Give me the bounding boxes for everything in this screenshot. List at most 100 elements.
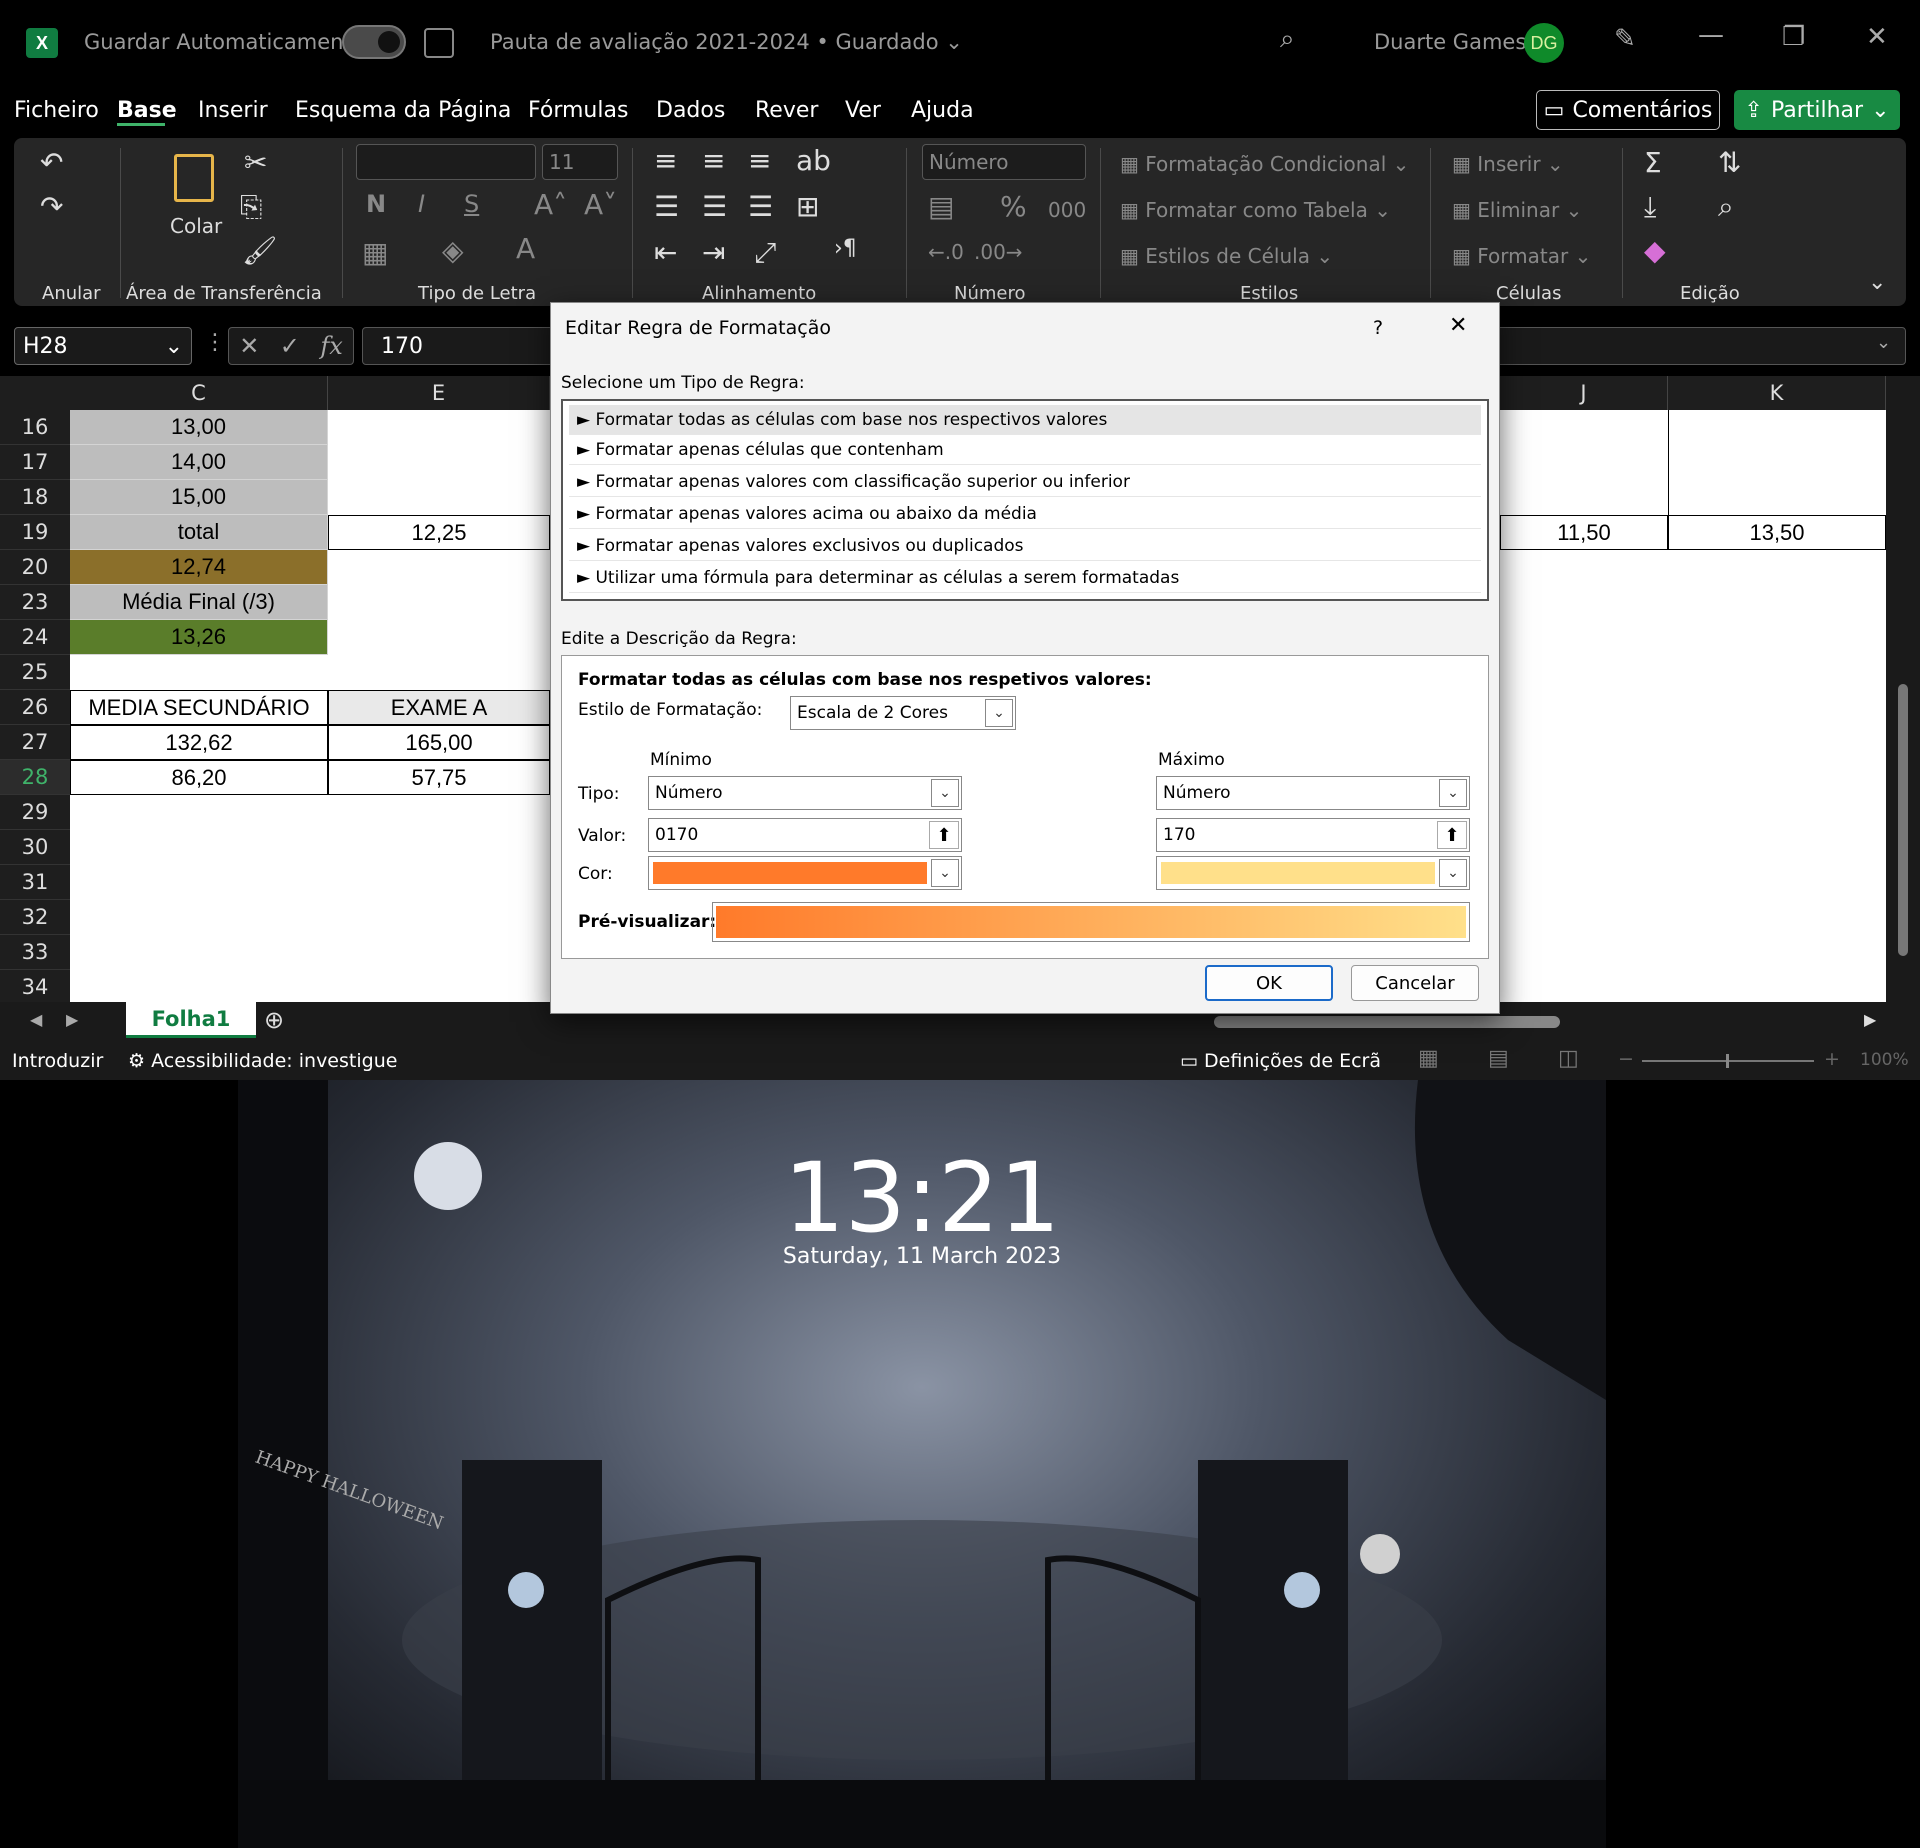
comments-button[interactable]: ▭ Comentários bbox=[1536, 90, 1720, 130]
sheet-tab-folha1[interactable]: Folha1 bbox=[126, 1002, 256, 1038]
format-style-select[interactable]: Escala de 2 Cores ⌄ bbox=[790, 696, 1016, 730]
tab-esquema[interactable]: Esquema da Página bbox=[295, 98, 511, 123]
tab-inserir[interactable]: Inserir bbox=[198, 98, 268, 123]
cell-c28[interactable]: 86,20 bbox=[70, 760, 328, 795]
row-header[interactable]: 33 bbox=[0, 935, 70, 970]
zoom-out-icon[interactable]: − bbox=[1618, 1048, 1634, 1070]
avatar[interactable]: DG bbox=[1524, 23, 1564, 63]
select-all-corner[interactable] bbox=[0, 376, 70, 410]
column-header-c[interactable]: C bbox=[70, 376, 328, 410]
rule-type-item[interactable]: ► Utilizar uma fórmula para determinar a… bbox=[569, 563, 1481, 593]
delete-cells-button[interactable]: ▦ Eliminar ⌄ bbox=[1452, 198, 1582, 222]
format-painter-icon[interactable]: 🖌 bbox=[242, 234, 278, 267]
clear-icon[interactable]: ◆ bbox=[1644, 234, 1666, 267]
cell-c27[interactable]: 132,62 bbox=[70, 725, 328, 760]
copy-icon[interactable]: ⎘ bbox=[240, 190, 262, 224]
help-button[interactable]: ? bbox=[1373, 317, 1383, 339]
sort-filter-icon[interactable]: ⇅ bbox=[1718, 146, 1741, 179]
pen-icon[interactable]: ✎ bbox=[1614, 24, 1636, 54]
rule-type-item[interactable]: ► Formatar todas as células com base nos… bbox=[569, 405, 1481, 435]
min-color-select[interactable]: ⌄ bbox=[648, 856, 962, 890]
confirm-entry-icon[interactable]: ✓ bbox=[280, 332, 300, 360]
paste-label[interactable]: Colar bbox=[170, 214, 222, 238]
column-header-k[interactable]: K bbox=[1668, 376, 1886, 410]
min-value-input[interactable]: 0170 ⬆ bbox=[648, 818, 962, 852]
align-left-icon[interactable]: ☰ bbox=[654, 190, 679, 223]
column-header-j[interactable]: J bbox=[1500, 376, 1668, 410]
row-header[interactable]: 29 bbox=[0, 795, 70, 830]
max-color-select[interactable]: ⌄ bbox=[1156, 856, 1470, 890]
collapse-ribbon-icon[interactable]: ⌄ bbox=[1868, 270, 1886, 295]
conditional-formatting-button[interactable]: ▦ Formatação Condicional ⌄ bbox=[1120, 152, 1409, 176]
borders-icon[interactable]: ▦ bbox=[362, 236, 388, 269]
expand-formula-icon[interactable]: ⌄ bbox=[1876, 332, 1891, 353]
format-cells-button[interactable]: ▦ Formatar ⌄ bbox=[1452, 244, 1591, 268]
font-size-select[interactable]: 11 bbox=[542, 144, 618, 180]
cell-e26[interactable]: EXAME A bbox=[328, 690, 550, 725]
page-break-icon[interactable]: ◫ bbox=[1558, 1046, 1579, 1071]
cell-c18[interactable]: 15,00 bbox=[70, 480, 328, 515]
italic-button[interactable]: I bbox=[418, 190, 425, 218]
bold-button[interactable]: N bbox=[366, 190, 386, 218]
increase-indent-icon[interactable]: ⇥ bbox=[702, 236, 725, 269]
font-family-select[interactable] bbox=[356, 144, 536, 180]
cancel-button[interactable]: Cancelar bbox=[1351, 965, 1479, 1001]
percent-button[interactable]: % bbox=[1000, 190, 1027, 223]
row-header[interactable]: 26 bbox=[0, 690, 70, 725]
more-icon[interactable]: ⋮ bbox=[204, 330, 226, 355]
horizontal-scrollbar[interactable] bbox=[1214, 1016, 1560, 1028]
autosum-icon[interactable]: Σ bbox=[1644, 146, 1662, 179]
tab-ver[interactable]: Ver bbox=[845, 98, 881, 123]
rule-type-item[interactable]: ► Formatar apenas valores acima ou abaix… bbox=[569, 499, 1481, 529]
grow-font-icon[interactable]: A˄ bbox=[534, 188, 567, 221]
cell-styles-button[interactable]: ▦ Estilos de Célula ⌄ bbox=[1120, 244, 1333, 268]
close-icon[interactable]: ✕ bbox=[1866, 22, 1888, 52]
decrease-indent-icon[interactable]: ⇤ bbox=[654, 236, 677, 269]
row-header[interactable]: 31 bbox=[0, 865, 70, 900]
decrease-decimal-icon[interactable]: .00→ bbox=[974, 240, 1023, 264]
cell-e28[interactable]: 57,75 bbox=[328, 760, 550, 795]
tab-rever[interactable]: Rever bbox=[755, 98, 818, 123]
autosave-toggle[interactable] bbox=[342, 25, 406, 59]
cell-e27[interactable]: 165,00 bbox=[328, 725, 550, 760]
rule-type-item[interactable]: ► Formatar apenas valores com classifica… bbox=[569, 467, 1481, 497]
cell-c23[interactable]: Média Final (/3) bbox=[70, 585, 328, 620]
number-format-select[interactable]: Número bbox=[922, 144, 1086, 180]
row-header[interactable]: 32 bbox=[0, 900, 70, 935]
column-header-e[interactable]: E bbox=[328, 376, 550, 410]
accessibility-button[interactable]: ⚙ Acessibilidade: investigue bbox=[128, 1050, 397, 1072]
cell-c26[interactable]: MEDIA SECUNDÁRIO bbox=[70, 690, 328, 725]
cell-k19[interactable]: 13,50 bbox=[1668, 515, 1886, 550]
orientation-icon[interactable]: ab bbox=[796, 144, 831, 177]
format-as-table-button[interactable]: ▦ Formatar como Tabela ⌄ bbox=[1120, 198, 1391, 222]
paragraph-icon[interactable]: ›¶ bbox=[834, 236, 857, 261]
row-header[interactable]: 34 bbox=[0, 970, 70, 1005]
function-icon[interactable]: fx bbox=[320, 332, 342, 360]
cell-j19[interactable]: 11,50 bbox=[1500, 515, 1668, 550]
row-header[interactable]: 25 bbox=[0, 655, 70, 690]
cell-c19[interactable]: total bbox=[70, 515, 328, 550]
align-middle-icon[interactable]: ≡ bbox=[702, 144, 725, 177]
close-icon[interactable]: ✕ bbox=[1449, 313, 1467, 338]
display-settings-button[interactable]: ▭ Definições de Ecrã bbox=[1180, 1050, 1381, 1072]
zoom-slider-thumb[interactable] bbox=[1726, 1054, 1729, 1068]
cell-c16[interactable]: 13,00 bbox=[70, 410, 328, 445]
align-bottom-icon[interactable]: ≡ bbox=[748, 144, 771, 177]
name-box[interactable]: H28 ⌄ bbox=[14, 327, 192, 365]
rule-type-item[interactable]: ► Formatar apenas células que contenham bbox=[569, 435, 1481, 465]
align-top-icon[interactable]: ≡ bbox=[654, 144, 677, 177]
scroll-right-icon[interactable]: ▶ bbox=[1864, 1010, 1876, 1029]
page-layout-icon[interactable]: ▤ bbox=[1488, 1046, 1509, 1071]
row-header[interactable]: 19 bbox=[0, 515, 70, 550]
tab-base[interactable]: Base bbox=[117, 98, 177, 123]
row-header[interactable]: 20 bbox=[0, 550, 70, 585]
max-value-input[interactable]: 170 ⬆ bbox=[1156, 818, 1470, 852]
save-icon[interactable] bbox=[424, 28, 454, 58]
minimize-icon[interactable]: — bbox=[1698, 20, 1724, 50]
row-header[interactable]: 16 bbox=[0, 410, 70, 445]
tab-dados[interactable]: Dados bbox=[656, 98, 725, 123]
paste-icon[interactable] bbox=[174, 154, 214, 202]
redo-icon[interactable]: ↷ bbox=[40, 190, 63, 223]
insert-cells-button[interactable]: ▦ Inserir ⌄ bbox=[1452, 152, 1564, 176]
document-title[interactable]: Pauta de avaliação 2021-2024 • Guardado … bbox=[490, 30, 963, 54]
